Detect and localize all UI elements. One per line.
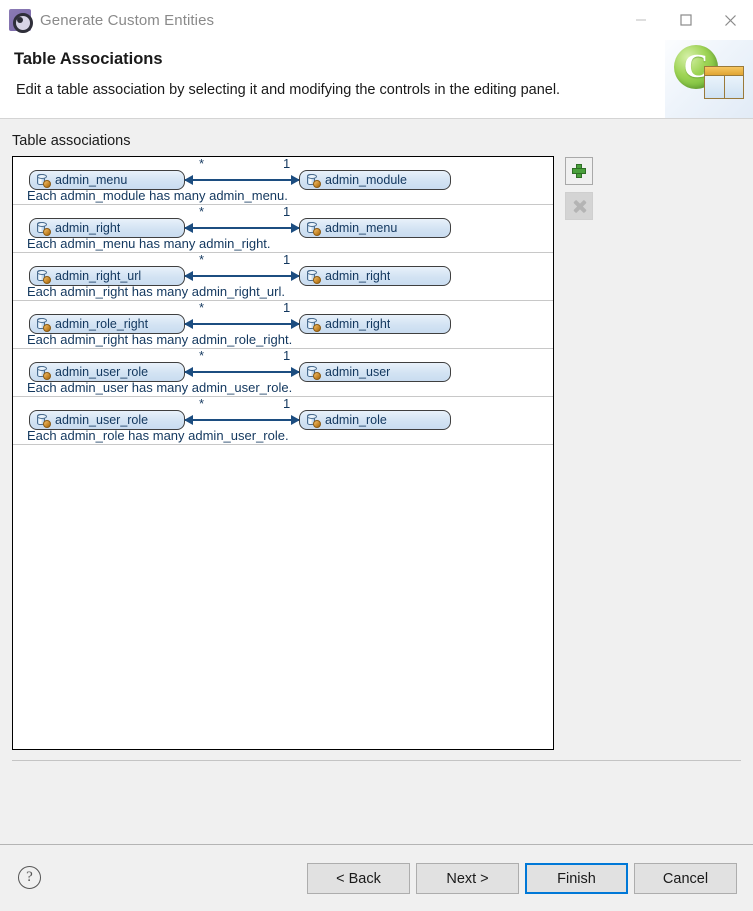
page-description: Edit a table association by selecting it… [16, 82, 561, 98]
dialog-window: Generate Custom Entities Table Associati… [0, 0, 753, 911]
right-cardinality: 1 [283, 156, 291, 171]
database-key-icon [36, 221, 51, 236]
database-key-icon [36, 269, 51, 284]
database-key-icon [306, 173, 321, 188]
association-row[interactable]: admin_user_role * 1 admin_user Each admin_us… [13, 349, 553, 397]
cancel-button[interactable]: Cancel [634, 863, 737, 894]
remove-association-button[interactable] [565, 192, 593, 220]
group-label: Table associations [12, 133, 131, 149]
minimize-icon[interactable] [618, 0, 663, 40]
wizard-banner-icon [665, 40, 753, 118]
right-cardinality: 1 [283, 348, 291, 363]
right-entity-box[interactable]: admin_right [299, 314, 451, 334]
association-row[interactable]: admin_right_url * 1 admin_right Each admin_r… [13, 253, 553, 301]
association-description: Each admin_right has many admin_role_rig… [27, 332, 293, 347]
association-arrow-icon [184, 367, 300, 377]
next-button[interactable]: Next > [416, 863, 519, 894]
left-entity-box[interactable]: admin_user_role [29, 362, 185, 382]
right-entity-box[interactable]: admin_right [299, 266, 451, 286]
right-entity-box[interactable]: admin_menu [299, 218, 451, 238]
maximize-icon[interactable] [663, 0, 708, 40]
association-description: Each admin_role has many admin_user_role… [27, 428, 289, 443]
left-entity-box[interactable]: admin_right [29, 218, 185, 238]
dialog-footer: ? < Back Next > Finish Cancel [0, 845, 753, 911]
association-row[interactable]: admin_user_role * 1 admin_role Each admin_ro… [13, 397, 553, 445]
right-entity-label: admin_role [325, 413, 387, 427]
dialog-body: Table associations admin_menu * 1 admin_mod… [0, 119, 753, 845]
association-arrow-icon [184, 271, 300, 281]
left-entity-label: admin_right_url [55, 269, 142, 283]
right-entity-label: admin_right [325, 317, 391, 331]
association-description: Each admin_menu has many admin_right. [27, 236, 271, 251]
left-entity-label: admin_role_right [55, 317, 149, 331]
right-entity-box[interactable]: admin_user [299, 362, 451, 382]
left-entity-box[interactable]: admin_right_url [29, 266, 185, 286]
association-description: Each admin_user has many admin_user_role… [27, 380, 293, 395]
right-cardinality: 1 [283, 396, 291, 411]
body-separator [12, 760, 741, 761]
database-key-icon [36, 173, 51, 188]
left-entity-box[interactable]: admin_user_role [29, 410, 185, 430]
gear-icon [9, 9, 33, 33]
left-cardinality: * [199, 348, 205, 363]
left-entity-label: admin_user_role [55, 413, 149, 427]
close-icon[interactable] [708, 0, 753, 40]
title-bar: Generate Custom Entities [0, 0, 753, 40]
left-cardinality: * [199, 156, 205, 171]
right-entity-box[interactable]: admin_role [299, 410, 451, 430]
database-key-icon [36, 317, 51, 332]
right-entity-label: admin_module [325, 173, 407, 187]
left-entity-label: admin_user_role [55, 365, 149, 379]
association-arrow-icon [184, 175, 300, 185]
right-entity-label: admin_menu [325, 221, 398, 235]
database-key-icon [306, 221, 321, 236]
right-entity-label: admin_right [325, 269, 391, 283]
back-button[interactable]: < Back [307, 863, 410, 894]
page-header: Table Associations Edit a table associat… [0, 40, 753, 119]
help-icon[interactable]: ? [18, 866, 41, 889]
database-key-icon [306, 269, 321, 284]
footer-button-row: < Back Next > Finish Cancel [307, 863, 737, 894]
right-cardinality: 1 [283, 252, 291, 267]
right-cardinality: 1 [283, 300, 291, 315]
association-description: Each admin_right has many admin_right_ur… [27, 284, 285, 299]
add-association-button[interactable] [565, 157, 593, 185]
x-icon [573, 200, 586, 213]
table-icon [704, 66, 744, 99]
association-arrow-icon [184, 415, 300, 425]
associations-list[interactable]: admin_menu * 1 admin_module Each admin_modul… [12, 156, 554, 750]
database-key-icon [306, 413, 321, 428]
left-entity-box[interactable]: admin_menu [29, 170, 185, 190]
database-key-icon [36, 365, 51, 380]
window-controls [618, 0, 753, 40]
association-description: Each admin_module has many admin_menu. [27, 188, 288, 203]
left-entity-box[interactable]: admin_role_right [29, 314, 185, 334]
side-button-group [565, 157, 593, 227]
database-key-icon [36, 413, 51, 428]
left-entity-label: admin_menu [55, 173, 128, 187]
right-entity-label: admin_user [325, 365, 391, 379]
association-row[interactable]: admin_right * 1 admin_menu Each admin_menu h… [13, 205, 553, 253]
left-cardinality: * [199, 252, 205, 267]
left-cardinality: * [199, 204, 205, 219]
finish-button[interactable]: Finish [525, 863, 628, 894]
right-entity-box[interactable]: admin_module [299, 170, 451, 190]
window-title: Generate Custom Entities [40, 11, 215, 29]
plus-icon [572, 164, 586, 178]
left-cardinality: * [199, 396, 205, 411]
association-arrow-icon [184, 223, 300, 233]
association-row[interactable]: admin_menu * 1 admin_module Each admin_modul… [13, 157, 553, 205]
left-entity-label: admin_right [55, 221, 121, 235]
association-row[interactable]: admin_role_right * 1 admin_right Each admin_… [13, 301, 553, 349]
database-key-icon [306, 365, 321, 380]
left-cardinality: * [199, 300, 205, 315]
right-cardinality: 1 [283, 204, 291, 219]
database-key-icon [306, 317, 321, 332]
association-arrow-icon [184, 319, 300, 329]
page-title: Table Associations [14, 50, 163, 68]
